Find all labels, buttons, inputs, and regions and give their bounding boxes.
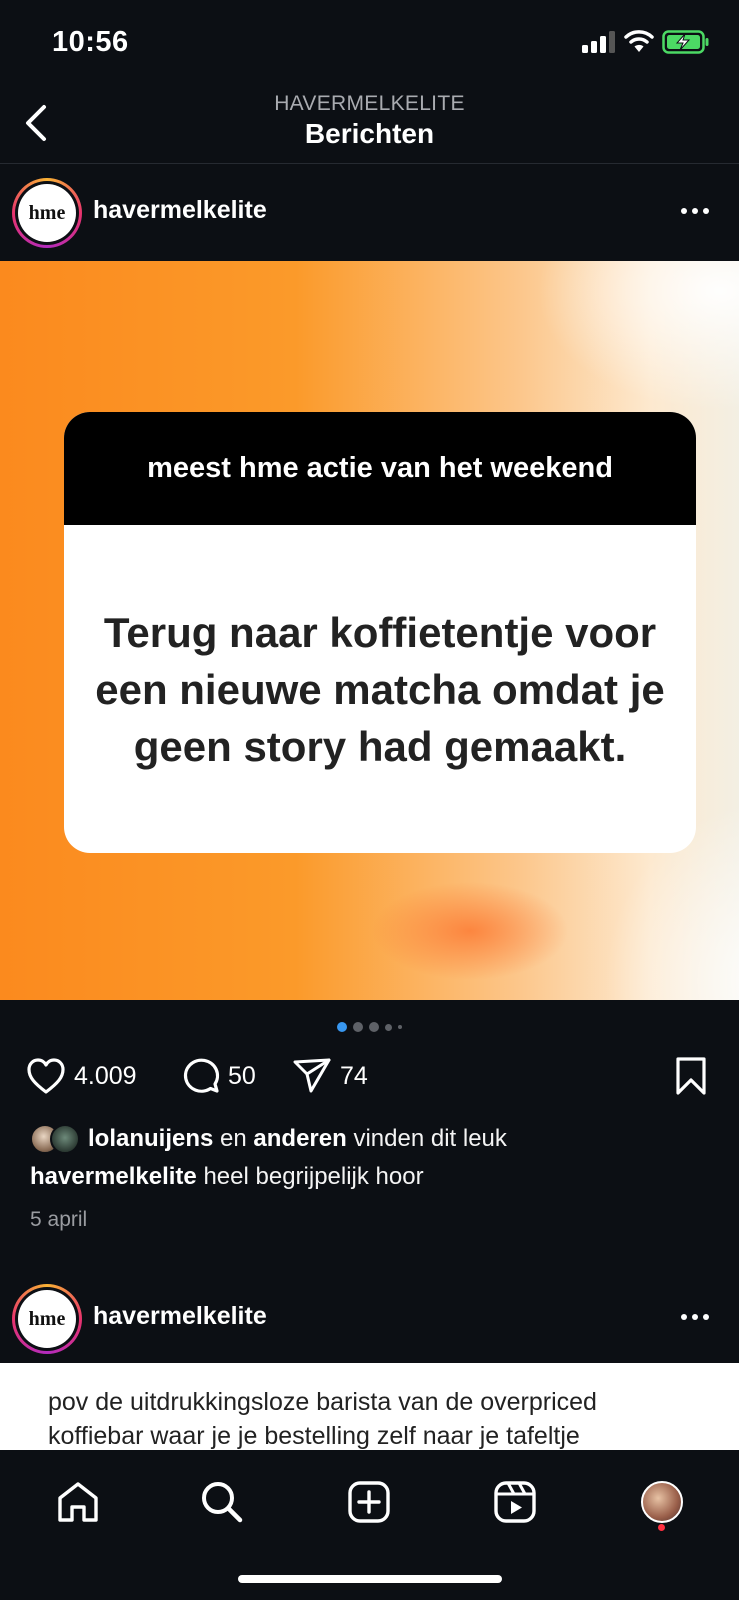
battery-charging-icon bbox=[662, 30, 709, 54]
reels-icon bbox=[494, 1481, 536, 1523]
carousel-dot bbox=[353, 1022, 363, 1032]
tab-reels[interactable] bbox=[487, 1474, 543, 1530]
next-post-image[interactable]: pov de uitdrukkingsloze barista van de o… bbox=[0, 1363, 739, 1453]
post-actions: 4.009 50 74 bbox=[0, 1052, 739, 1100]
tab-profile[interactable] bbox=[634, 1474, 690, 1530]
next-post-header: hme havermelkelite bbox=[0, 1272, 739, 1362]
heart-icon bbox=[27, 1058, 65, 1094]
liked-by-others[interactable]: anderen bbox=[253, 1125, 346, 1152]
save-button[interactable] bbox=[674, 1052, 708, 1100]
nav-subtitle: HAVERMELKELITE bbox=[274, 92, 465, 115]
next-avatar-logo: hme bbox=[18, 1290, 76, 1348]
bookmark-icon bbox=[676, 1057, 706, 1095]
status-bar: 10:56 bbox=[0, 0, 739, 90]
carousel-indicator bbox=[0, 1020, 739, 1034]
more-options-button[interactable] bbox=[675, 196, 715, 226]
paper-plane-icon bbox=[293, 1058, 331, 1093]
page-title: Berichten bbox=[304, 118, 435, 149]
wifi-icon bbox=[624, 30, 654, 52]
comment-count: 50 bbox=[228, 1061, 256, 1090]
tab-search[interactable] bbox=[194, 1474, 250, 1530]
post-date: 5 april bbox=[30, 1208, 88, 1231]
share-button[interactable]: 74 bbox=[292, 1052, 368, 1100]
comment-icon bbox=[183, 1058, 220, 1093]
avatar-logo: hme bbox=[18, 184, 76, 242]
liker-avatar bbox=[50, 1124, 80, 1154]
liked-by-connector: en bbox=[220, 1125, 247, 1152]
tab-create[interactable] bbox=[341, 1474, 397, 1530]
share-count: 74 bbox=[340, 1061, 368, 1090]
next-more-options-button[interactable] bbox=[675, 1302, 715, 1332]
question-card-title: meest hme actie van het weekend bbox=[147, 452, 613, 484]
tab-home[interactable] bbox=[50, 1474, 106, 1530]
question-card-text: Terug naar koffietentje voor een nieuwe … bbox=[95, 608, 665, 770]
next-post-text-line: koffiebar waar je je bestelling zelf naa… bbox=[48, 1422, 580, 1450]
cellular-signal-icon bbox=[582, 31, 615, 53]
question-card-body: Terug naar koffietentje voor een nieuwe … bbox=[64, 525, 696, 853]
search-icon bbox=[202, 1482, 243, 1523]
next-story-avatar[interactable]: hme bbox=[12, 1284, 82, 1354]
home-indicator[interactable] bbox=[238, 1575, 502, 1583]
next-post-username[interactable]: havermelkelite bbox=[93, 1302, 267, 1331]
next-post-text-line: pov de uitdrukkingsloze barista van de o… bbox=[48, 1388, 597, 1416]
carousel-dot bbox=[369, 1022, 379, 1032]
liked-by-suffix: vinden dit leuk bbox=[353, 1125, 507, 1152]
question-card: meest hme actie van het weekend Terug na… bbox=[64, 412, 696, 853]
more-dots-icon bbox=[681, 1314, 709, 1320]
more-dots-icon bbox=[681, 208, 709, 214]
carousel-dot bbox=[385, 1023, 392, 1031]
carousel-dot-active bbox=[337, 1022, 347, 1032]
home-icon bbox=[58, 1482, 98, 1522]
create-icon bbox=[348, 1481, 390, 1523]
profile-avatar bbox=[641, 1481, 683, 1523]
question-card-header: meest hme actie van het weekend bbox=[64, 412, 696, 525]
caption-username[interactable]: havermelkelite bbox=[30, 1163, 197, 1190]
navigation-header: HAVERMELKELITE Berichten bbox=[0, 90, 739, 164]
notification-dot bbox=[658, 1524, 665, 1531]
like-button[interactable]: 4.009 bbox=[26, 1052, 137, 1100]
comment-button[interactable]: 50 bbox=[182, 1052, 256, 1100]
story-avatar[interactable]: hme bbox=[12, 178, 82, 248]
status-time: 10:56 bbox=[52, 26, 129, 58]
caption-text: heel begrijpelijk hoor bbox=[203, 1163, 424, 1190]
post-username[interactable]: havermelkelite bbox=[93, 196, 267, 225]
liked-by-line[interactable]: lolanuijens en anderen vinden dit leuk bbox=[30, 1122, 507, 1156]
post-caption: havermelkelite heel begrijpelijk hoor bbox=[30, 1163, 424, 1191]
post-header: hme havermelkelite bbox=[0, 166, 739, 256]
post-image[interactable]: meest hme actie van het weekend Terug na… bbox=[0, 261, 739, 1000]
liked-by-username[interactable]: lolanuijens bbox=[88, 1125, 213, 1152]
like-count: 4.009 bbox=[74, 1061, 137, 1090]
carousel-dot bbox=[398, 1025, 402, 1029]
